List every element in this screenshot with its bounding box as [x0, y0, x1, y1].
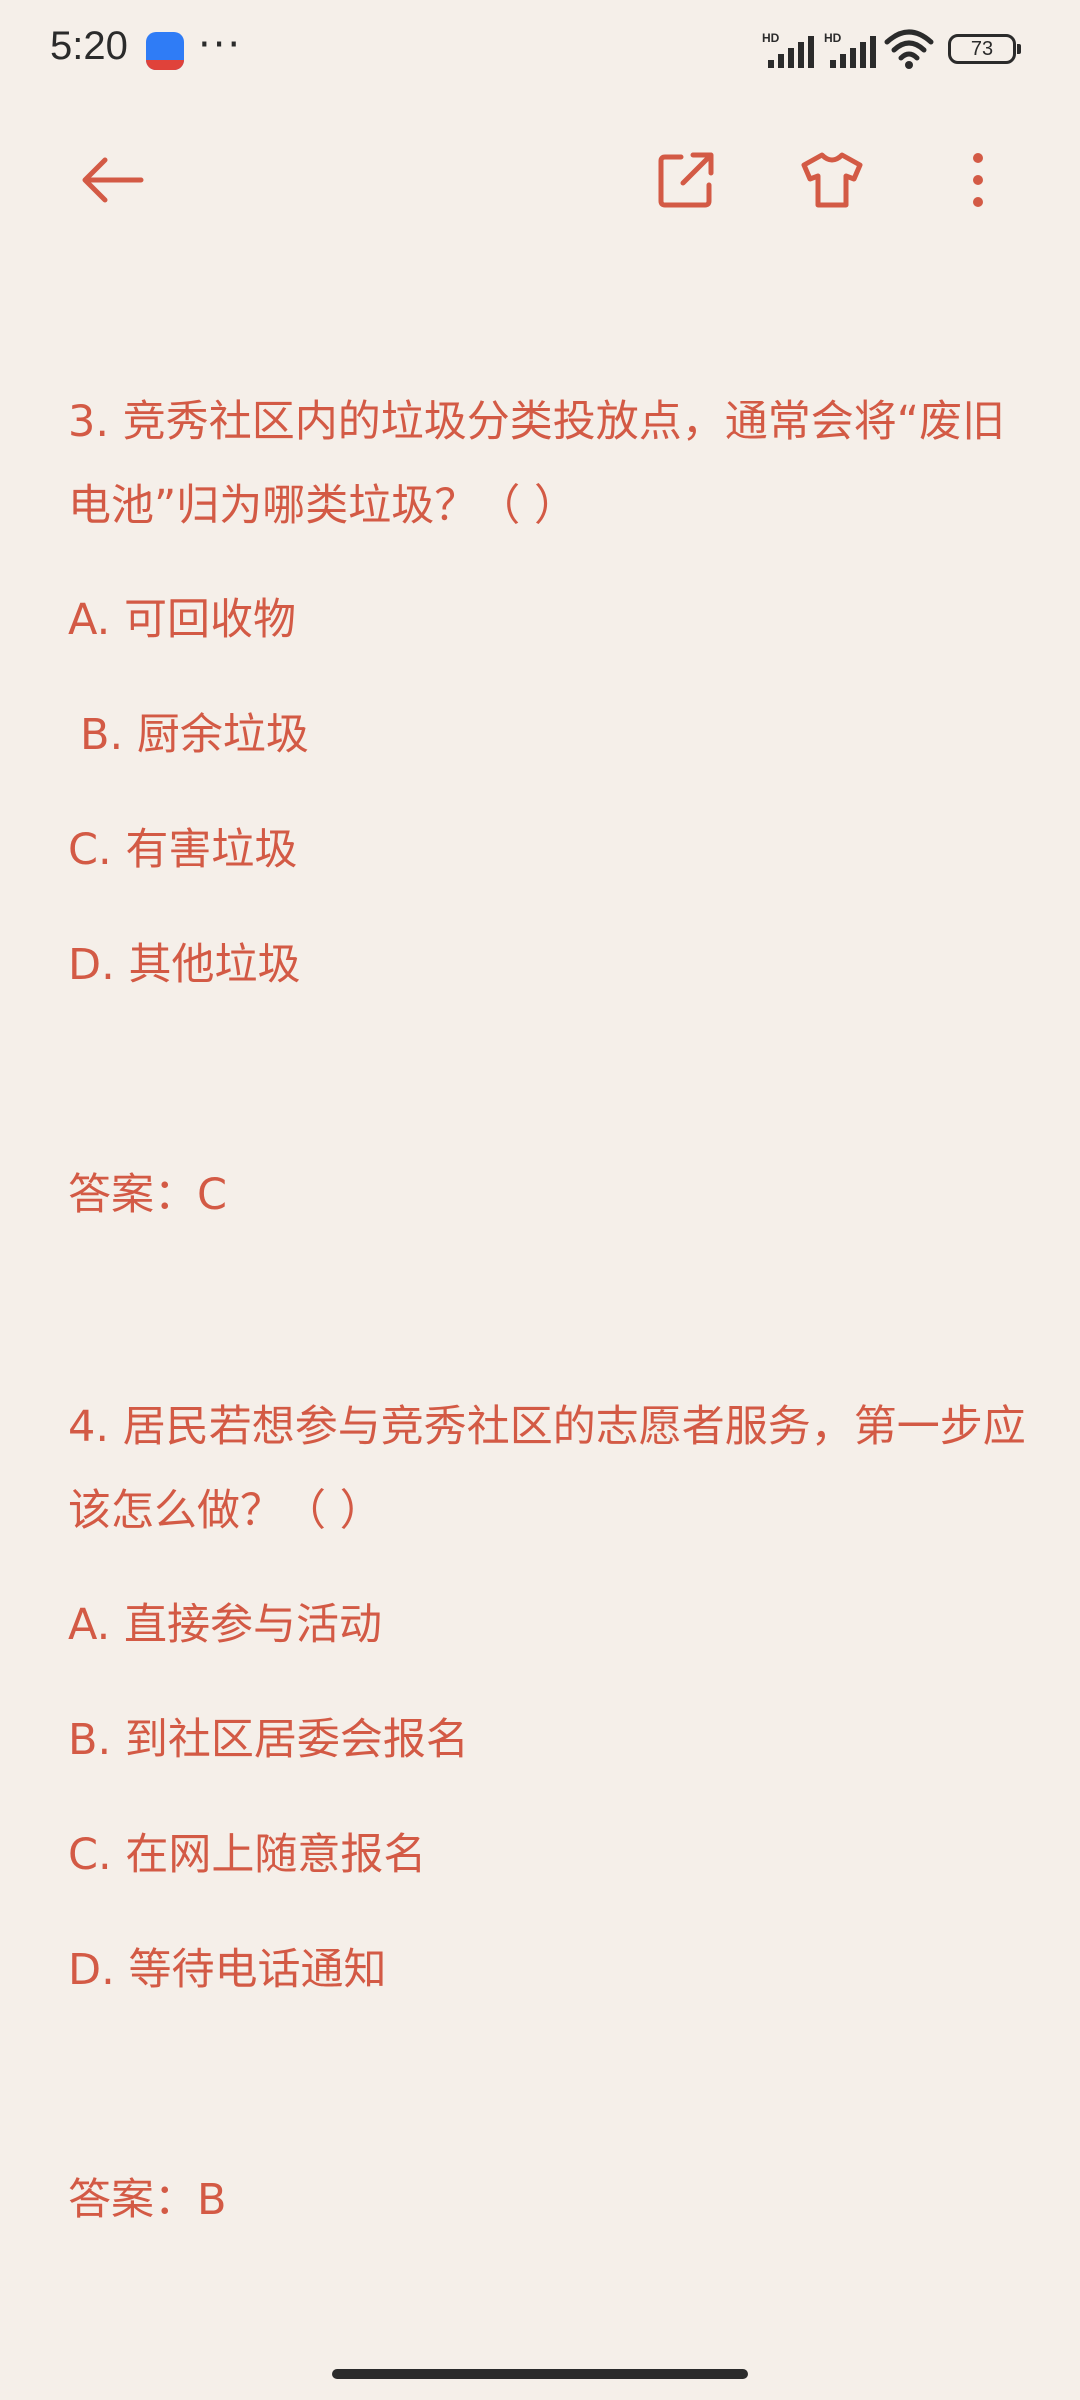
external-share-icon	[658, 152, 714, 208]
question-text: 4. 居民若想参与竞秀社区的志愿者服务，第一步应该怎么做？（ ）	[68, 1402, 1026, 1536]
notification-more-indicator: ···	[198, 22, 243, 68]
option-a: A. 可回收物	[68, 595, 296, 645]
answer-text: 答案：B	[68, 2175, 227, 2225]
svg-text:HD: HD	[762, 31, 780, 45]
app-badge-icon	[146, 32, 184, 70]
toolbar	[0, 130, 1080, 230]
share-button[interactable]	[636, 130, 736, 230]
wifi-icon	[884, 29, 934, 69]
signal-strength-icon: HD	[762, 31, 814, 68]
more-vertical-icon	[973, 153, 983, 207]
document-content: 3. 竞秀社区内的垃圾分类投放点，通常会将“废旧电池”归为哪类垃圾？（ ） A.…	[68, 380, 1028, 2230]
option-b: B. 厨余垃圾	[80, 710, 309, 760]
status-time: 5:20	[50, 24, 128, 68]
arrow-left-icon	[82, 157, 144, 203]
option-c: C. 有害垃圾	[68, 825, 298, 875]
tshirt-icon	[801, 152, 863, 208]
back-button[interactable]	[62, 130, 162, 230]
question-block: 4. 居民若想参与竞秀社区的志愿者服务，第一步应该怎么做？（ ） A. 直接参与…	[68, 1385, 1028, 2230]
option-c: C. 在网上随意报名	[68, 1830, 427, 1880]
home-indicator[interactable]	[332, 2369, 748, 2379]
svg-text:HD: HD	[824, 31, 842, 45]
option-b: B. 到社区居委会报名	[68, 1715, 469, 1765]
answer-text: 答案：C	[68, 1170, 228, 1220]
question-block: 3. 竞秀社区内的垃圾分类投放点，通常会将“废旧电池”归为哪类垃圾？（ ） A.…	[68, 380, 1028, 1225]
option-a: A. 直接参与活动	[68, 1600, 382, 1650]
option-d: D. 等待电话通知	[68, 1945, 387, 1995]
theme-button[interactable]	[782, 130, 882, 230]
question-text: 3. 竞秀社区内的垃圾分类投放点，通常会将“废旧电池”归为哪类垃圾？（ ）	[68, 397, 1005, 531]
more-options-button[interactable]	[928, 130, 1028, 230]
option-d: D. 其他垃圾	[68, 940, 301, 990]
signal-strength-icon: HD	[824, 31, 876, 68]
status-bar: 5:20 ··· HD HD 73	[0, 0, 1080, 100]
battery-indicator: 73	[948, 34, 1021, 64]
